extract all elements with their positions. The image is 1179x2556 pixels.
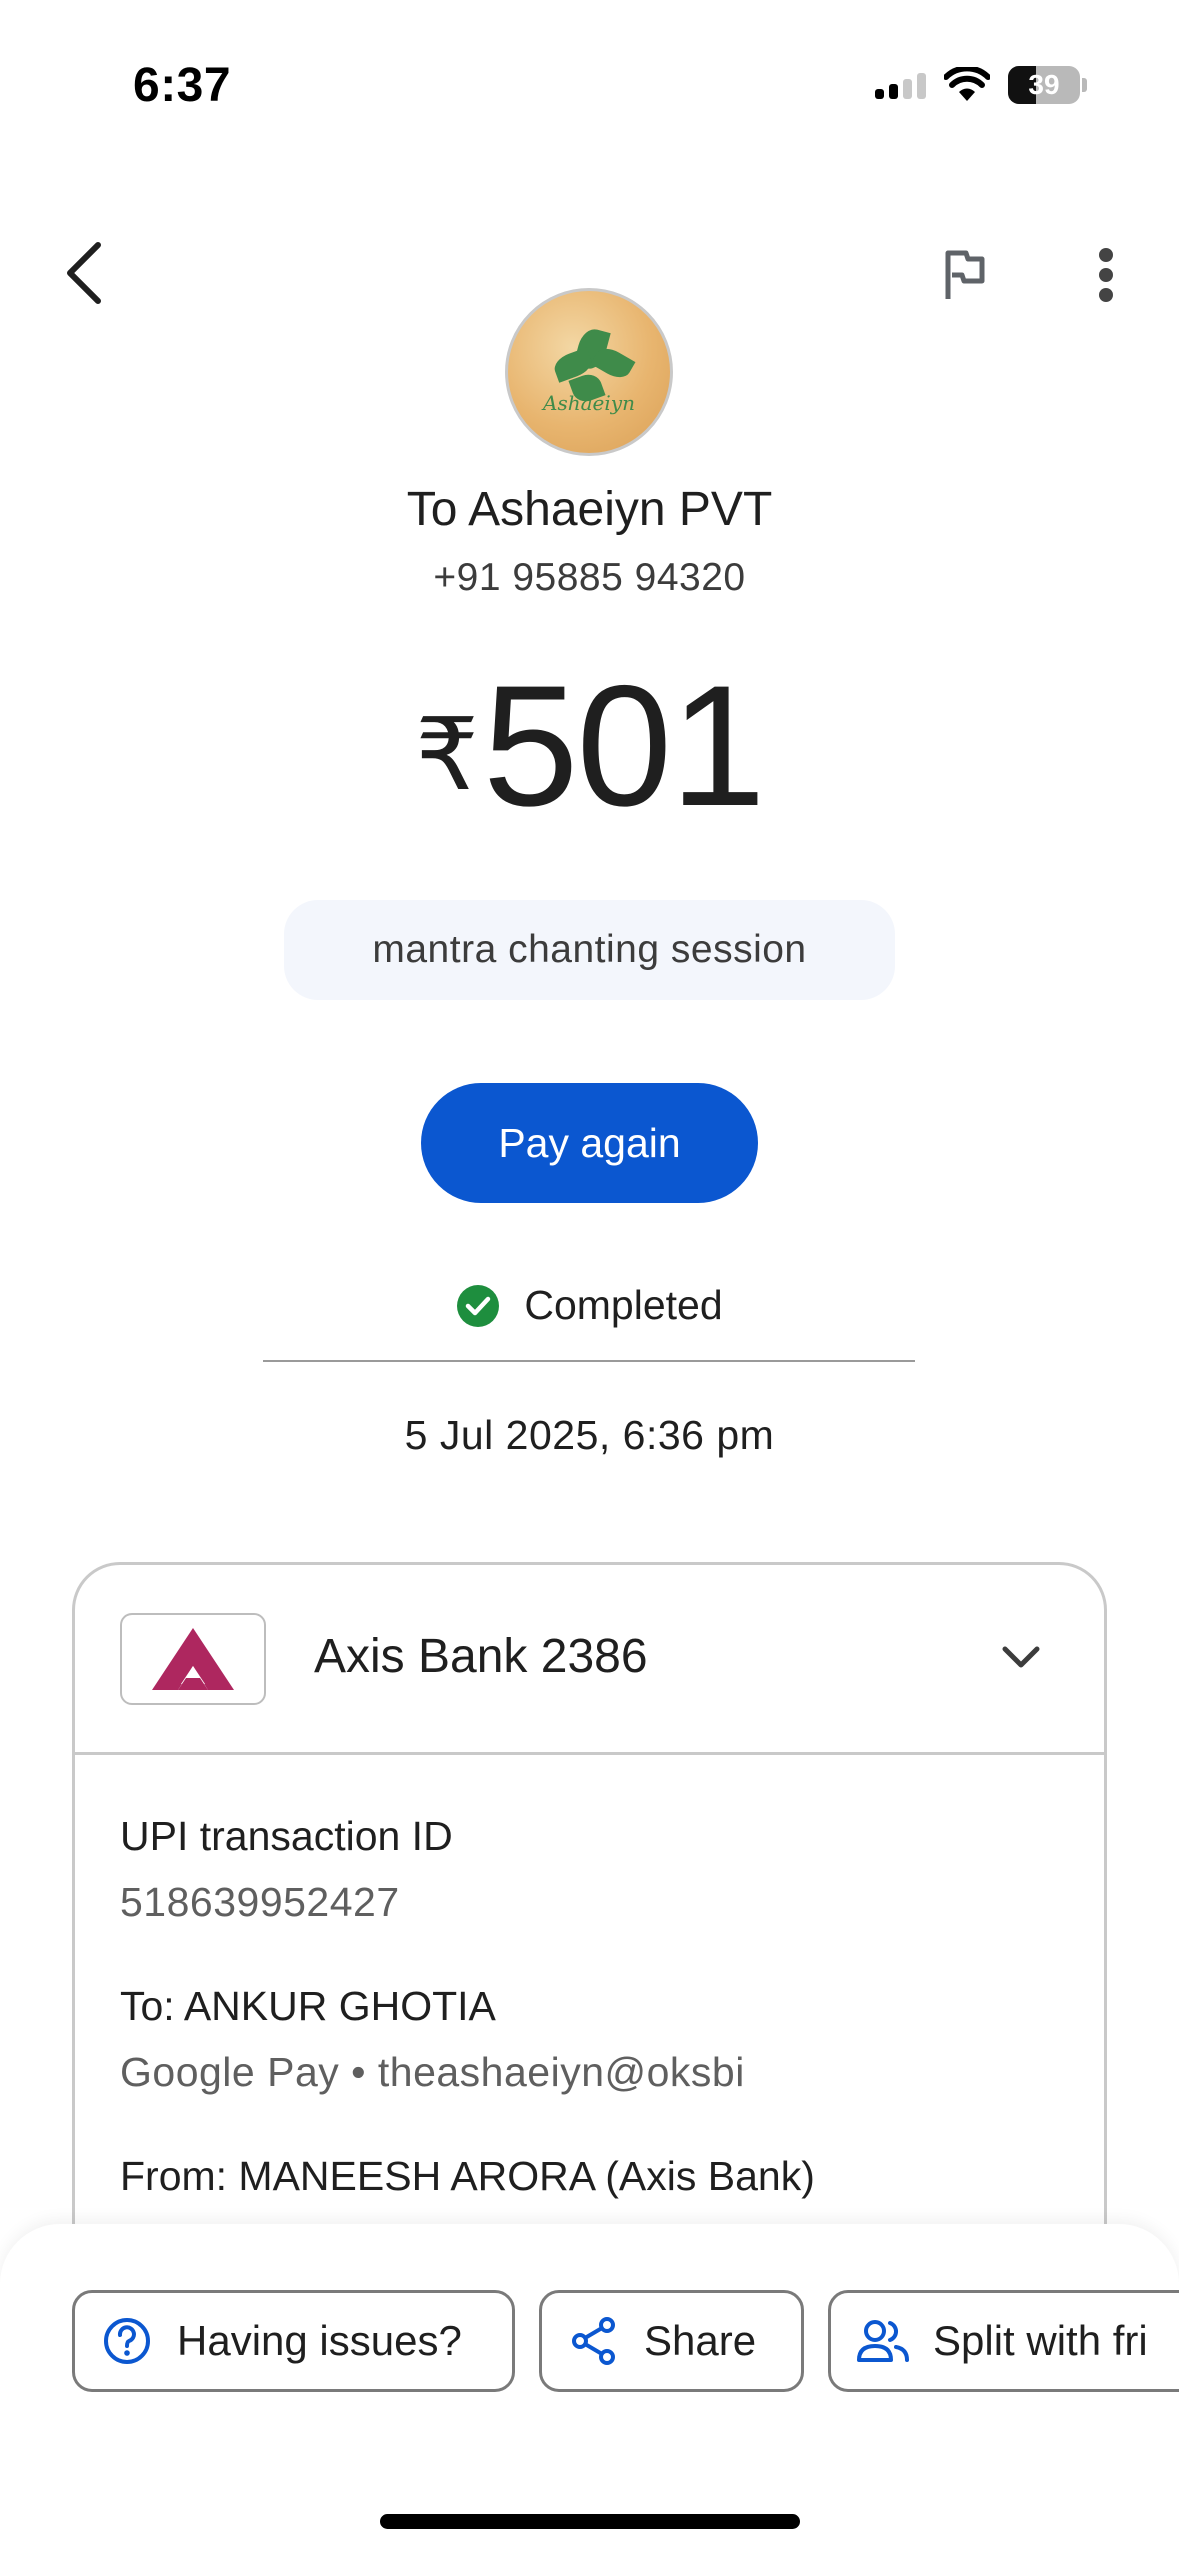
upi-id-value: 518639952427 (120, 1879, 400, 1925)
payee-avatar: Ashaeiyn (505, 288, 673, 456)
payment-amount: ₹ 501 (0, 660, 1179, 832)
payee-phone: +91 95885 94320 (433, 556, 746, 599)
check-circle-icon (457, 1284, 500, 1327)
more-vert-icon (1099, 248, 1113, 302)
people-icon (855, 2313, 911, 2369)
status-label: Completed (524, 1282, 723, 1328)
payment-note: mantra chanting session (284, 900, 895, 1000)
amount-value: 501 (482, 650, 766, 842)
expand-button[interactable] (988, 1625, 1054, 1691)
battery-icon: 39 (1008, 66, 1080, 104)
pay-again-button[interactable]: Pay again (421, 1083, 758, 1203)
help-icon (99, 2313, 155, 2369)
status-time: 6:37 (133, 59, 232, 112)
currency-symbol: ₹ (415, 699, 479, 811)
upi-id-label: UPI transaction ID (120, 1813, 453, 1859)
split-label: Split with fri (933, 2317, 1148, 2364)
back-arrow-icon (67, 242, 101, 304)
to-account-upi: Google Pay • theashaeiyn@oksbi (120, 2049, 745, 2095)
report-button[interactable] (925, 235, 1005, 315)
share-label: Share (644, 2317, 757, 2364)
having-issues-button[interactable]: Having issues? (72, 2290, 515, 2392)
back-button[interactable] (48, 228, 120, 318)
avatar-logo-text: Ashaeiyn (543, 391, 635, 415)
status-divider (263, 1360, 915, 1362)
to-account-label: To: ANKUR GHOTIA (120, 1983, 496, 2029)
bank-account-name: Axis Bank 2386 (314, 1630, 648, 1683)
cellular-signal-icon (875, 71, 926, 99)
flag-icon (945, 250, 985, 299)
more-options-button[interactable] (1068, 235, 1144, 315)
home-indicator (380, 2514, 800, 2529)
bank-account-header[interactable]: Axis Bank 2386 (75, 1565, 1104, 1755)
axis-bank-logo (120, 1613, 266, 1705)
payee-name: To Ashaeiyn PVT (406, 483, 773, 536)
payment-datetime: 5 Jul 2025, 6:36 pm (404, 1412, 775, 1458)
payment-details-screen: 6:37 39 Ashaeiyn To Ashaeiyn PVT +91 958… (0, 0, 1179, 2556)
split-with-friends-button[interactable]: Split with fri (828, 2290, 1179, 2392)
from-account-label: From: MANEESH ARORA (Axis Bank) (120, 2153, 815, 2199)
having-issues-label: Having issues? (177, 2317, 462, 2364)
payment-status: Completed (0, 1282, 1179, 1329)
share-icon (566, 2313, 622, 2369)
chevron-down-icon (1002, 1646, 1040, 1668)
status-icons: 39 (875, 60, 1087, 110)
wifi-icon (944, 67, 990, 101)
share-button[interactable]: Share (539, 2290, 804, 2392)
battery-percent: 39 (1028, 69, 1060, 100)
